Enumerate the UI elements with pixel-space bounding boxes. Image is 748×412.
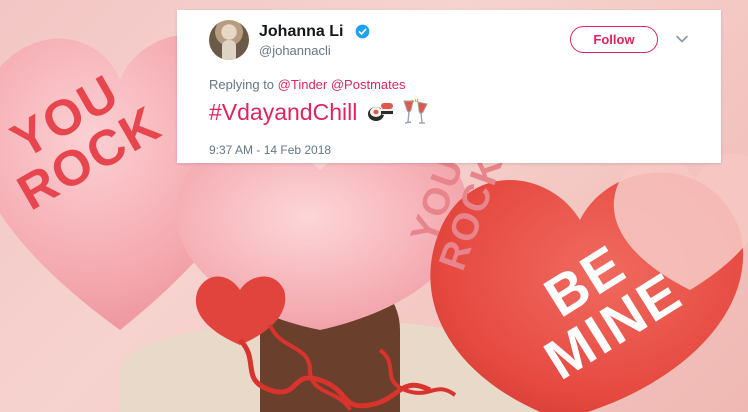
mention-tinder[interactable]: @Tinder <box>278 77 328 92</box>
replying-prefix: Replying to <box>209 77 275 92</box>
tweet-card: Johanna Li @johannacli Follow Replying t… <box>177 10 721 163</box>
follow-button[interactable]: Follow <box>570 26 658 53</box>
mention-postmates[interactable]: @Postmates <box>331 77 406 92</box>
verified-badge-icon <box>355 24 370 39</box>
chevron-down-icon[interactable] <box>675 32 689 46</box>
timestamp[interactable]: 9:37 AM - 14 Feb 2018 <box>209 143 331 157</box>
avatar[interactable] <box>209 20 249 60</box>
handle[interactable]: @johannacli <box>259 43 331 58</box>
display-name[interactable]: Johanna Li <box>259 23 343 41</box>
tweet-text: #VdayandChill <box>209 98 431 126</box>
sushi-icon <box>368 103 394 121</box>
clinking-glasses-icon <box>403 98 429 124</box>
red-ribbons <box>238 324 457 412</box>
replying-to: Replying to @Tinder @Postmates <box>209 77 405 92</box>
hashtag-link[interactable]: #VdayandChill <box>209 99 357 126</box>
